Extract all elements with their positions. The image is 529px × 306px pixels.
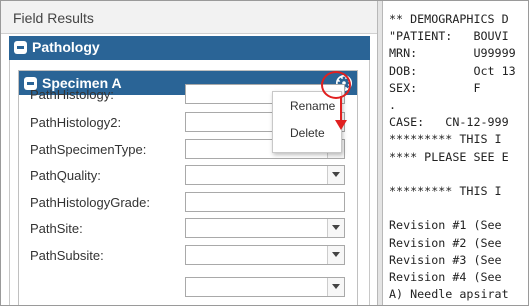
highlight-circle xyxy=(321,71,351,99)
panel-title: Field Results xyxy=(13,10,94,26)
chevron-down-icon[interactable] xyxy=(327,219,344,237)
partial-select[interactable] xyxy=(185,277,345,297)
panel-header: Field Results xyxy=(1,1,378,34)
menu-item-rename[interactable]: Rename xyxy=(290,99,335,113)
field-label-pathhistology2: PathHistology2: xyxy=(30,115,122,130)
field-results-panel: Field Results Pathology Specimen A PathH… xyxy=(1,1,378,305)
pathology-label: Pathology xyxy=(32,39,100,55)
chevron-down-icon[interactable] xyxy=(327,246,344,264)
field-label-pathsite: PathSite: xyxy=(30,221,83,236)
report-text: ** DEMOGRAPHICS D "PATIENT: BOUVI MRN: U… xyxy=(389,12,516,302)
pathhistologygrade-input[interactable] xyxy=(185,192,345,212)
pathquality-select[interactable] xyxy=(185,165,345,185)
field-label-pathhistologygrade: PathHistologyGrade: xyxy=(30,195,150,210)
arrow-down-icon xyxy=(335,96,347,130)
field-label-pathhistology: PathHistology: xyxy=(30,87,114,102)
field-label-pathspecimentype: PathSpecimenType: xyxy=(30,142,147,157)
pathology-section-header[interactable]: Pathology xyxy=(9,36,370,60)
pathsite-select[interactable] xyxy=(185,218,345,238)
chevron-down-icon[interactable] xyxy=(327,278,344,296)
report-panel: ** DEMOGRAPHICS D "PATIENT: BOUVI MRN: U… xyxy=(383,1,528,305)
collapse-minus-icon[interactable] xyxy=(14,41,27,54)
pathsubsite-select[interactable] xyxy=(185,245,345,265)
field-label-pathsubsite: PathSubsite: xyxy=(30,248,104,263)
chevron-down-icon[interactable] xyxy=(327,166,344,184)
menu-item-delete[interactable]: Delete xyxy=(290,126,325,140)
field-label-pathquality: PathQuality: xyxy=(30,168,101,183)
